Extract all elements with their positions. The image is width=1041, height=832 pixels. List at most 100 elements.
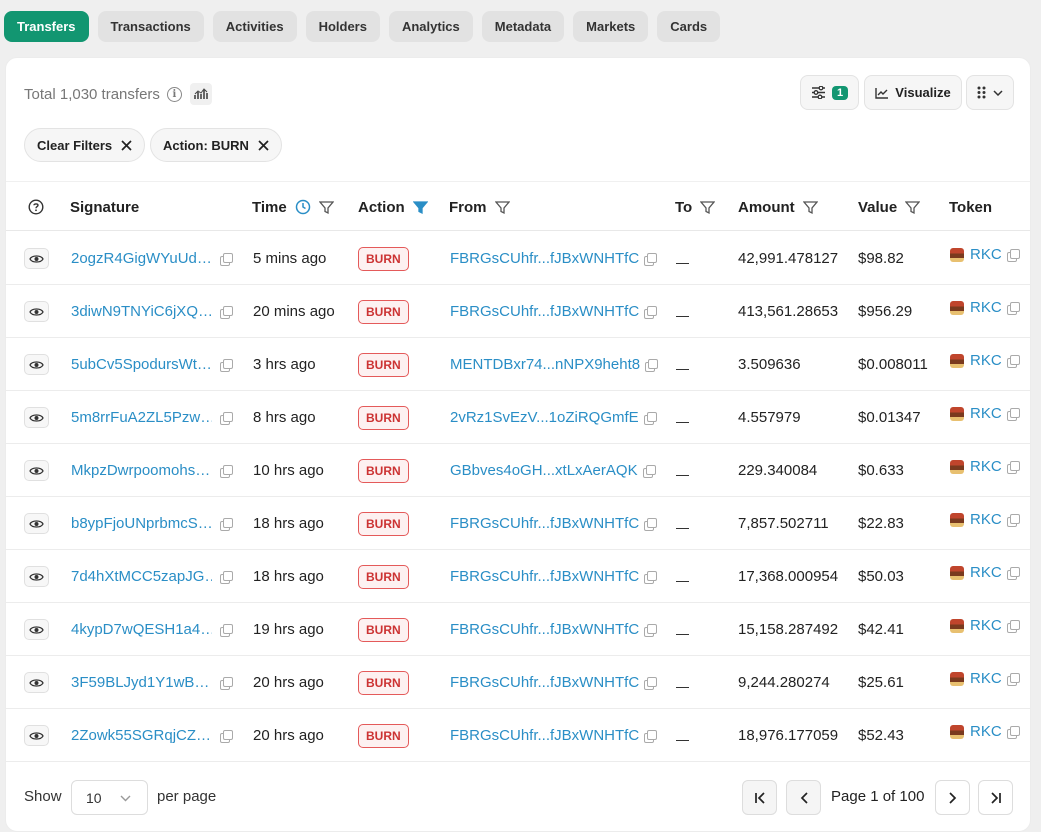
action-filter-chip[interactable]: Action: BURN bbox=[150, 128, 282, 162]
signature-link[interactable]: b8ypFjoUNprbmcS… bbox=[71, 515, 212, 532]
from-link[interactable]: 2vRz1SvEzV...1oZiRQGmfE bbox=[450, 409, 639, 426]
filter-icon[interactable] bbox=[802, 200, 818, 215]
info-icon[interactable]: i bbox=[166, 86, 182, 102]
close-icon[interactable] bbox=[258, 139, 269, 151]
copy-icon[interactable] bbox=[644, 676, 658, 690]
copy-icon[interactable] bbox=[220, 570, 233, 584]
token-link[interactable]: RKC bbox=[970, 246, 1002, 263]
copy-icon[interactable] bbox=[1006, 619, 1020, 633]
clock-icon[interactable] bbox=[295, 199, 311, 215]
signature-link[interactable]: 2ogzR4GigWYuUd… bbox=[71, 250, 212, 267]
filter-icon[interactable] bbox=[318, 200, 334, 215]
eye-icon[interactable] bbox=[24, 460, 49, 481]
tab-markets[interactable]: Markets bbox=[573, 11, 649, 42]
copy-icon[interactable] bbox=[1006, 725, 1020, 739]
copy-icon[interactable] bbox=[1006, 407, 1020, 421]
signature-link[interactable]: 5m8rrFuA2ZL5Pzw… bbox=[71, 409, 212, 426]
copy-icon[interactable] bbox=[645, 358, 659, 372]
from-link[interactable]: FBRGsCUhfr...fJBxWNHTfC bbox=[450, 515, 639, 532]
copy-icon[interactable] bbox=[642, 464, 656, 478]
tab-analytics[interactable]: Analytics bbox=[388, 11, 473, 42]
token-link[interactable]: RKC bbox=[970, 670, 1002, 687]
from-link[interactable]: FBRGsCUhfr...fJBxWNHTfC bbox=[450, 727, 639, 744]
copy-icon[interactable] bbox=[220, 252, 233, 266]
columns-menu-button[interactable] bbox=[966, 75, 1014, 110]
copy-icon[interactable] bbox=[644, 570, 658, 584]
tab-transactions[interactable]: Transactions bbox=[97, 11, 204, 42]
copy-icon[interactable] bbox=[1006, 672, 1020, 686]
chart-icon[interactable] bbox=[189, 83, 212, 105]
filter-icon[interactable] bbox=[494, 200, 510, 215]
copy-icon[interactable] bbox=[644, 623, 658, 637]
eye-icon[interactable] bbox=[24, 407, 49, 428]
copy-icon[interactable] bbox=[220, 411, 233, 425]
help-icon[interactable] bbox=[28, 182, 44, 232]
copy-icon[interactable] bbox=[644, 305, 658, 319]
signature-link[interactable]: 5ubCv5SpodursWt… bbox=[71, 356, 212, 373]
visualize-button[interactable]: Visualize bbox=[864, 75, 962, 110]
prev-page-button[interactable] bbox=[786, 780, 821, 815]
from-link[interactable]: GBbves4oGH...xtLxAerAQK bbox=[450, 462, 638, 479]
token-link[interactable]: RKC bbox=[970, 617, 1002, 634]
signature-link[interactable]: 3F59BLJyd1Y1wB… bbox=[71, 674, 212, 691]
signature-link[interactable]: MkpzDwrpoomohs… bbox=[71, 462, 212, 479]
copy-icon[interactable] bbox=[1006, 513, 1020, 527]
copy-icon[interactable] bbox=[644, 252, 658, 266]
token-link[interactable]: RKC bbox=[970, 458, 1002, 475]
eye-icon[interactable] bbox=[24, 672, 49, 693]
copy-icon[interactable] bbox=[1006, 354, 1020, 368]
token-link[interactable]: RKC bbox=[970, 723, 1002, 740]
tab-metadata[interactable]: Metadata bbox=[481, 11, 565, 42]
eye-icon[interactable] bbox=[24, 248, 49, 269]
last-page-button[interactable] bbox=[978, 780, 1013, 815]
copy-icon[interactable] bbox=[1006, 248, 1020, 262]
tab-holders[interactable]: Holders bbox=[305, 11, 380, 42]
eye-icon[interactable] bbox=[24, 354, 49, 375]
copy-icon[interactable] bbox=[644, 729, 658, 743]
copy-icon[interactable] bbox=[220, 517, 233, 531]
token-link[interactable]: RKC bbox=[970, 405, 1002, 422]
copy-icon[interactable] bbox=[220, 358, 233, 372]
filter-icon[interactable] bbox=[905, 200, 921, 215]
from-link[interactable]: FBRGsCUhfr...fJBxWNHTfC bbox=[450, 250, 639, 267]
from-link[interactable]: FBRGsCUhfr...fJBxWNHTfC bbox=[450, 303, 639, 320]
token-link[interactable]: RKC bbox=[970, 564, 1002, 581]
copy-icon[interactable] bbox=[644, 517, 658, 531]
copy-icon[interactable] bbox=[220, 729, 233, 743]
filter-button[interactable]: 1 bbox=[800, 75, 859, 110]
token-link[interactable]: RKC bbox=[970, 299, 1002, 316]
copy-icon[interactable] bbox=[643, 411, 657, 425]
next-page-button[interactable] bbox=[935, 780, 970, 815]
tab-cards[interactable]: Cards bbox=[657, 11, 721, 42]
token-link[interactable]: RKC bbox=[970, 511, 1002, 528]
from-link[interactable]: FBRGsCUhfr...fJBxWNHTfC bbox=[450, 621, 639, 638]
copy-icon[interactable] bbox=[1006, 301, 1020, 315]
eye-icon[interactable] bbox=[24, 725, 49, 746]
eye-icon[interactable] bbox=[24, 566, 49, 587]
from-link[interactable]: FBRGsCUhfr...fJBxWNHTfC bbox=[450, 568, 639, 585]
copy-icon[interactable] bbox=[220, 623, 233, 637]
first-page-button[interactable] bbox=[742, 780, 777, 815]
clear-filters-chip[interactable]: Clear Filters bbox=[24, 128, 146, 162]
copy-icon[interactable] bbox=[1006, 566, 1020, 580]
eye-icon[interactable] bbox=[24, 619, 49, 640]
signature-link[interactable]: 3diwN9TNYiC6jXQ… bbox=[71, 303, 212, 320]
filter-icon[interactable] bbox=[700, 200, 716, 215]
per-page-select[interactable]: 10 bbox=[71, 780, 148, 815]
copy-icon[interactable] bbox=[220, 464, 233, 478]
filter-active-icon[interactable] bbox=[412, 200, 428, 215]
copy-icon[interactable] bbox=[1006, 460, 1020, 474]
signature-link[interactable]: 7d4hXtMCC5zapJG… bbox=[71, 568, 212, 585]
eye-icon[interactable] bbox=[24, 513, 49, 534]
copy-icon[interactable] bbox=[220, 676, 233, 690]
copy-icon[interactable] bbox=[220, 305, 233, 319]
eye-icon[interactable] bbox=[24, 301, 49, 322]
from-link[interactable]: MENTDBxr74...nNPX9heht8 bbox=[450, 356, 640, 373]
from-link[interactable]: FBRGsCUhfr...fJBxWNHTfC bbox=[450, 674, 639, 691]
tab-transfers[interactable]: Transfers bbox=[4, 11, 89, 42]
close-icon[interactable] bbox=[121, 139, 132, 151]
tab-activities[interactable]: Activities bbox=[212, 11, 297, 42]
signature-link[interactable]: 2Zowk55SGRqjCZ… bbox=[71, 727, 212, 744]
signature-link[interactable]: 4kypD7wQESH1a4… bbox=[71, 621, 212, 638]
token-link[interactable]: RKC bbox=[970, 352, 1002, 369]
